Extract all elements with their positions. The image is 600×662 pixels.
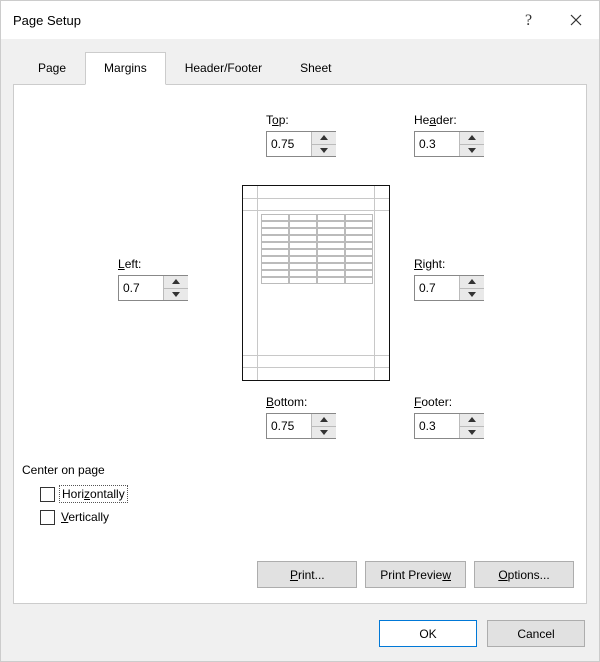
help-button[interactable]: ? [507, 1, 553, 39]
spin-down-icon[interactable] [460, 145, 484, 157]
left-input[interactable] [119, 276, 163, 300]
spin-up-icon[interactable] [312, 132, 336, 145]
ok-button[interactable]: OK [379, 620, 477, 647]
close-button[interactable] [553, 1, 599, 39]
top-label: Top: [266, 113, 336, 127]
vertically-label: Vertically [59, 509, 111, 525]
spin-up-icon[interactable] [312, 414, 336, 427]
margin-field-top: Top: [266, 113, 336, 157]
right-spinner[interactable] [414, 275, 484, 301]
print-preview-button[interactable]: Print Preview [365, 561, 466, 588]
tab-margins[interactable]: Margins [85, 52, 166, 85]
print-button[interactable]: Print... [257, 561, 357, 588]
footer-input[interactable] [415, 414, 459, 438]
titlebar: Page Setup ? [1, 1, 599, 39]
tab-sheet[interactable]: Sheet [281, 52, 350, 85]
spin-down-icon[interactable] [312, 427, 336, 439]
footer-spinner[interactable] [414, 413, 484, 439]
tab-header-footer[interactable]: Header/Footer [166, 52, 281, 85]
margin-field-footer: Footer: [414, 395, 484, 439]
right-label: Right: [414, 257, 484, 271]
page-preview-icon [242, 185, 390, 381]
footer-label: Footer: [414, 395, 484, 409]
margin-field-header: Header: [414, 113, 484, 157]
svg-text:?: ? [525, 12, 532, 28]
left-spinner[interactable] [118, 275, 188, 301]
bottom-spinner[interactable] [266, 413, 336, 439]
spin-down-icon[interactable] [312, 145, 336, 157]
cancel-button[interactable]: Cancel [487, 620, 585, 647]
spin-down-icon[interactable] [164, 289, 188, 301]
left-label: Left: [118, 257, 188, 271]
margins-panel: Top: Header: [13, 84, 587, 604]
page-setup-dialog: Page Setup ? Page Margins Header/Footer … [0, 0, 600, 662]
margin-field-bottom: Bottom: [266, 395, 336, 439]
spin-up-icon[interactable] [164, 276, 188, 289]
margin-field-left: Left: [118, 257, 188, 301]
header-label: Header: [414, 113, 484, 127]
center-on-page-label: Center on page [22, 463, 105, 477]
top-spinner[interactable] [266, 131, 336, 157]
vertically-checkbox[interactable] [40, 510, 55, 525]
tab-bar: Page Margins Header/Footer Sheet [19, 51, 587, 84]
spin-up-icon[interactable] [460, 132, 484, 145]
spin-down-icon[interactable] [460, 427, 484, 439]
horizontally-checkbox[interactable] [40, 487, 55, 502]
dialog-buttons: OK Cancel [379, 620, 585, 647]
spin-up-icon[interactable] [460, 414, 484, 427]
header-spinner[interactable] [414, 131, 484, 157]
vertically-checkbox-row[interactable]: Vertically [40, 509, 111, 525]
top-input[interactable] [267, 132, 311, 156]
window-title: Page Setup [13, 13, 507, 28]
options-button[interactable]: Options... [474, 561, 574, 588]
horizontally-checkbox-row[interactable]: Horizontally [40, 485, 128, 503]
right-input[interactable] [415, 276, 459, 300]
bottom-input[interactable] [267, 414, 311, 438]
bottom-label: Bottom: [266, 395, 336, 409]
margin-field-right: Right: [414, 257, 484, 301]
header-input[interactable] [415, 132, 459, 156]
action-row: Print... Print Preview Options... [257, 561, 574, 588]
spin-up-icon[interactable] [460, 276, 484, 289]
horizontally-label: Horizontally [59, 485, 128, 503]
tab-page[interactable]: Page [19, 52, 85, 85]
spin-down-icon[interactable] [460, 289, 484, 301]
